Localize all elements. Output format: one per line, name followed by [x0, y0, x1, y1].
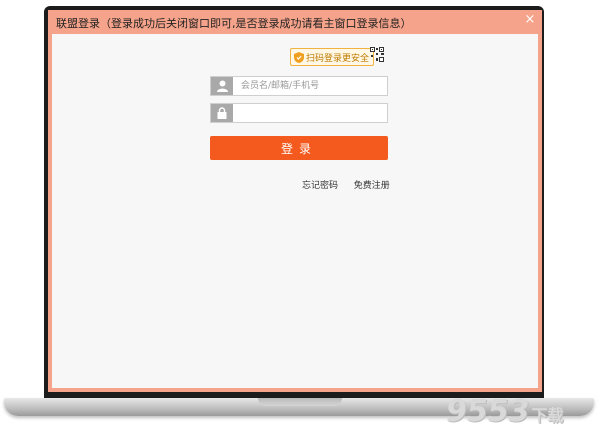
login-links: 忘记密码 免费注册: [302, 178, 390, 191]
password-input[interactable]: [241, 105, 387, 121]
login-dialog-window: 联盟登录（登录成功后关闭窗口即可,是否登录成功请看主窗口登录信息） × 扫码登录…: [48, 10, 542, 392]
lock-icon: [211, 104, 233, 122]
titlebar: 联盟登录（登录成功后关闭窗口即可,是否登录成功请看主窗口登录信息） ×: [48, 10, 542, 34]
user-icon: [211, 77, 233, 95]
watermark-text: 下载: [531, 406, 564, 425]
window-title: 联盟登录（登录成功后关闭窗口即可,是否登录成功请看主窗口登录信息）: [56, 17, 412, 30]
qr-tip-label: 扫码登录更安全: [306, 53, 370, 64]
register-link[interactable]: 免费注册: [354, 181, 390, 191]
forgot-password-link[interactable]: 忘记密码: [302, 181, 338, 191]
shield-icon: [294, 51, 304, 63]
qr-login-tip[interactable]: 扫码登录更安全: [290, 48, 375, 66]
username-input[interactable]: [241, 78, 387, 94]
login-button[interactable]: 登录: [210, 136, 388, 160]
login-content: 扫码登录更安全 会员名/邮箱/手机号 登录 忘记密码 免费注册: [52, 34, 538, 388]
password-field: [210, 103, 388, 123]
username-field: [210, 76, 388, 96]
watermark-number: 9553: [446, 394, 530, 429]
close-button[interactable]: ×: [523, 13, 537, 27]
watermark: 9553 下载: [446, 392, 564, 428]
laptop-notch: [258, 398, 342, 406]
qr-code-icon[interactable]: [368, 46, 386, 64]
